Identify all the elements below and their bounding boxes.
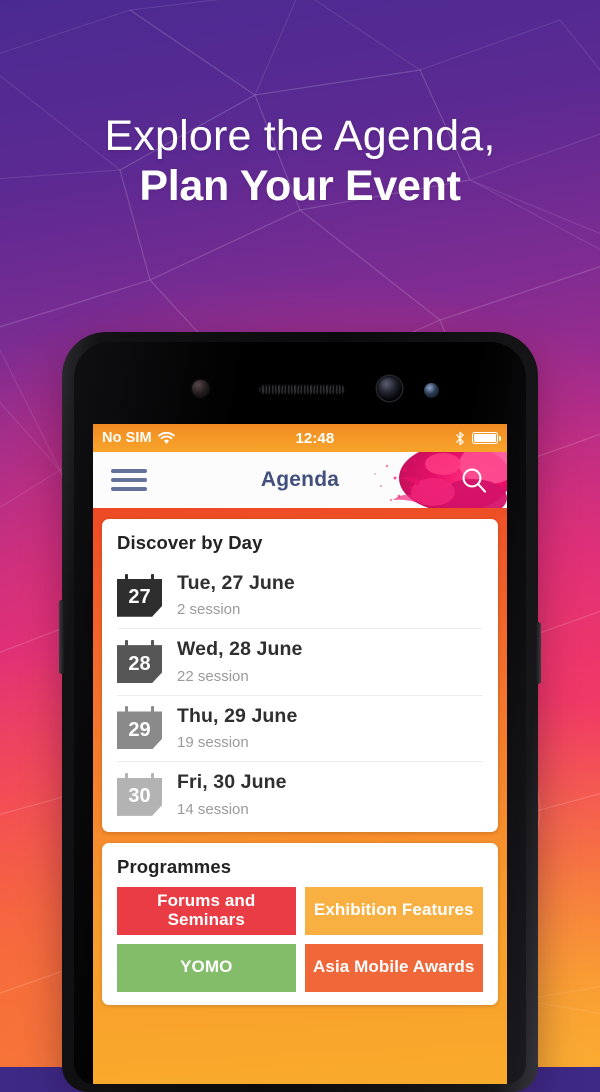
battery-full-icon xyxy=(472,432,502,444)
day-label: Tue, 27 June xyxy=(177,572,295,594)
phone-screen-frame: No SIM 12:48 Agenda Discover by Day 27 T… xyxy=(74,342,526,1084)
calendar-day-number: 27 xyxy=(117,578,162,617)
promo-headline: Explore the Agenda, Plan Your Event xyxy=(0,112,600,214)
phone-mockup: No SIM 12:48 Agenda Discover by Day 27 T… xyxy=(59,332,541,1092)
discover-by-day-title: Discover by Day xyxy=(117,532,263,553)
day-label: Wed, 28 June xyxy=(177,638,303,661)
programme-tile-asia-mobile-awards[interactable]: Asia Mobile Awards xyxy=(304,943,483,992)
earpiece-speaker-icon xyxy=(259,385,345,394)
session-count: 19 session xyxy=(177,734,249,752)
notification-led-icon xyxy=(424,383,439,398)
calendar-icon: 27 xyxy=(117,573,162,617)
calendar-icon: 28 xyxy=(117,640,162,684)
bluetooth-icon xyxy=(456,431,464,445)
calendar-day-number: 29 xyxy=(117,711,162,750)
calendar-day-number: 28 xyxy=(117,645,162,684)
list-item[interactable]: 29 Thu, 29 June 19 session xyxy=(117,696,483,763)
proximity-sensor-icon xyxy=(192,380,209,397)
status-bar-time: 12:48 xyxy=(295,429,335,447)
programme-tile-yomo[interactable]: YOMO xyxy=(117,943,296,992)
session-count: 2 session xyxy=(177,601,241,619)
programmes-title: Programmes xyxy=(117,855,232,877)
phone-top-bezel xyxy=(74,342,526,424)
front-camera-icon xyxy=(377,376,402,401)
headline-line-2: Plan Your Event xyxy=(139,162,461,211)
search-icon[interactable] xyxy=(460,466,488,494)
app-screen: No SIM 12:48 Agenda Discover by Day 27 T… xyxy=(93,424,507,1084)
carrier-label: No SIM xyxy=(102,430,152,446)
hamburger-menu-icon[interactable] xyxy=(111,469,147,491)
session-count: 14 session xyxy=(177,800,249,818)
programme-tile-exhibition-features[interactable]: Exhibition Features xyxy=(304,886,483,935)
programme-tile-forums-and-seminars[interactable]: Forums and Seminars xyxy=(117,886,296,935)
app-content: Discover by Day 27 Tue, 27 June 2 sessio… xyxy=(93,508,507,1005)
list-item[interactable]: 28 Wed, 28 June 22 session xyxy=(117,629,483,696)
page-title: Agenda xyxy=(260,468,340,491)
list-item[interactable]: 27 Tue, 27 June 2 session xyxy=(117,563,483,630)
session-count: 22 session xyxy=(177,667,249,685)
wifi-icon xyxy=(158,431,175,444)
list-item[interactable]: 30 Fri, 30 June 14 session xyxy=(117,762,483,827)
headline-line-1: Explore the Agenda, xyxy=(104,112,496,160)
discover-by-day-card: Discover by Day 27 Tue, 27 June 2 sessio… xyxy=(102,519,498,832)
programme-tiles: Forums and Seminars Exhibition Features … xyxy=(117,886,483,1001)
volume-button[interactable] xyxy=(59,600,64,674)
status-bar: No SIM 12:48 xyxy=(93,424,507,452)
calendar-day-number: 30 xyxy=(117,777,162,816)
calendar-icon: 29 xyxy=(117,706,162,750)
day-label: Thu, 29 June xyxy=(177,704,298,727)
nav-bar: Agenda xyxy=(93,452,507,508)
programmes-card: Programmes Forums and Seminars Exhibitio… xyxy=(102,842,498,1005)
power-button[interactable] xyxy=(536,622,541,684)
day-label: Fri, 30 June xyxy=(177,771,287,794)
calendar-icon: 30 xyxy=(117,772,162,816)
